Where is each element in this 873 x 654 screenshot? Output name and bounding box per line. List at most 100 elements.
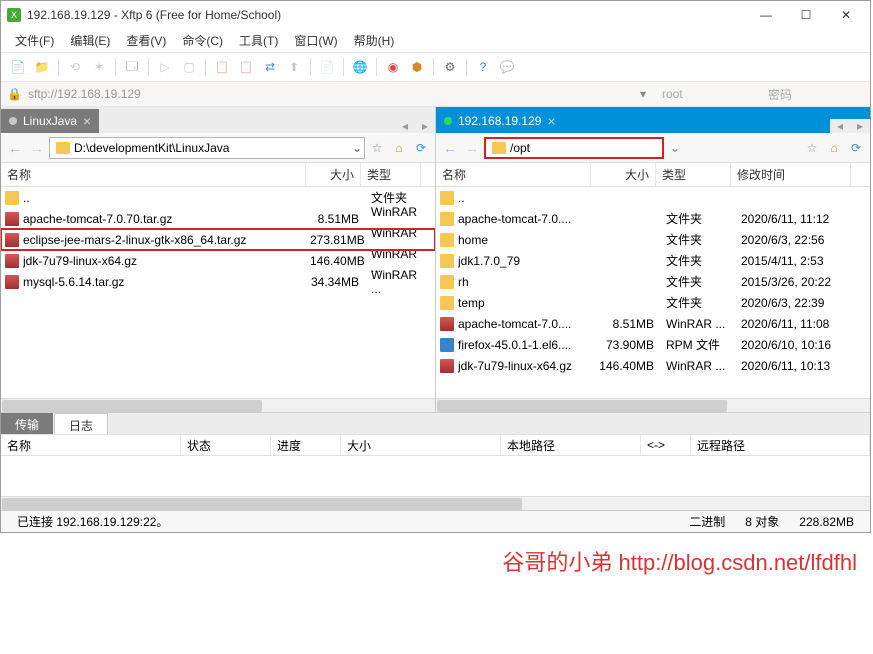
reconnect-icon[interactable]: ⟲: [64, 56, 86, 78]
file-name: apache-tomcat-7.0....: [458, 317, 595, 331]
col-modified[interactable]: 修改时间: [731, 163, 851, 186]
chevron-down-icon[interactable]: ⌄: [666, 141, 800, 155]
local-tab-label: LinuxJava: [23, 114, 77, 128]
home-icon[interactable]: ⌂: [824, 141, 844, 155]
tabs-prev-icon[interactable]: ◂: [395, 119, 415, 133]
run-icon[interactable]: ▷: [154, 56, 176, 78]
local-scrollbar[interactable]: [1, 398, 435, 412]
tabs-prev-icon[interactable]: ◂: [830, 119, 850, 133]
forward-icon[interactable]: →: [27, 140, 47, 156]
minimize-button[interactable]: —: [746, 1, 786, 29]
folder-icon: [56, 142, 70, 154]
menu-help[interactable]: 帮助(H): [346, 29, 403, 52]
remote-tab[interactable]: 192.168.19.129 ×: [436, 109, 564, 133]
xcol-remote[interactable]: 远程路径: [691, 435, 870, 455]
paste-icon[interactable]: 📋: [235, 56, 257, 78]
back-icon[interactable]: ←: [5, 140, 25, 156]
col-size[interactable]: 大小: [306, 163, 361, 186]
xcol-local[interactable]: 本地路径: [501, 435, 641, 455]
arc-icon: [5, 275, 19, 289]
xcol-progress[interactable]: 进度: [271, 435, 341, 455]
file-size: 34.34MB: [310, 275, 365, 289]
tabs-next-icon[interactable]: ▸: [850, 119, 870, 133]
xcol-size[interactable]: 大小: [341, 435, 501, 455]
col-size[interactable]: 大小: [591, 163, 656, 186]
home-icon[interactable]: ⌂: [389, 141, 409, 155]
list-item[interactable]: firefox-45.0.1-1.el6....73.90MBRPM 文件202…: [436, 334, 870, 355]
back-icon[interactable]: ←: [440, 140, 460, 156]
folder-icon: [440, 191, 454, 205]
password-field[interactable]: 密码: [764, 84, 864, 105]
upload-icon[interactable]: ⬆: [283, 56, 305, 78]
close-tab-icon[interactable]: ×: [547, 114, 555, 128]
transfer-body: [1, 456, 870, 496]
local-tab[interactable]: LinuxJava ×: [1, 109, 99, 133]
chevron-down-icon[interactable]: ⌄: [352, 141, 362, 155]
col-type[interactable]: 类型: [361, 163, 421, 186]
tabs-next-icon[interactable]: ▸: [415, 119, 435, 133]
menu-view[interactable]: 查看(V): [118, 29, 174, 52]
remote-path-combo[interactable]: /opt: [484, 137, 664, 159]
list-item[interactable]: jdk1.7.0_79文件夹2015/4/11, 2:53: [436, 250, 870, 271]
list-item[interactable]: apache-tomcat-7.0....8.51MBWinRAR ...202…: [436, 313, 870, 334]
col-type[interactable]: 类型: [656, 163, 731, 186]
tab-log[interactable]: 日志: [54, 413, 108, 434]
help-icon[interactable]: ?: [472, 56, 494, 78]
doc-icon[interactable]: 📄: [316, 56, 338, 78]
list-item[interactable]: apache-tomcat-7.0....文件夹2020/6/11, 11:12: [436, 208, 870, 229]
url-dropdown-icon[interactable]: ▾: [634, 87, 652, 101]
arc-icon: [440, 317, 454, 331]
list-item[interactable]: mysql-5.6.14.tar.gz34.34MBWinRAR ...: [1, 271, 435, 292]
transfer-scrollbar[interactable]: [1, 496, 870, 510]
list-item[interactable]: rh文件夹2015/3/26, 20:22: [436, 271, 870, 292]
tab-transfer[interactable]: 传输: [1, 413, 53, 434]
refresh-icon[interactable]: ⟳: [846, 141, 866, 155]
star-icon[interactable]: ☆: [367, 141, 387, 155]
star-icon[interactable]: ☆: [802, 141, 822, 155]
new-folder-icon[interactable]: 📁: [31, 56, 53, 78]
sync-icon[interactable]: ⇄: [259, 56, 281, 78]
menu-file[interactable]: 文件(F): [7, 29, 62, 52]
forward-icon[interactable]: →: [462, 140, 482, 156]
remote-scrollbar[interactable]: [436, 398, 870, 412]
list-item[interactable]: jdk-7u79-linux-x64.gz146.40MBWinRAR ...2…: [436, 355, 870, 376]
xcol-status[interactable]: 状态: [181, 435, 271, 455]
globe-icon[interactable]: 🌐: [349, 56, 371, 78]
chat-icon[interactable]: 💬: [496, 56, 518, 78]
maximize-button[interactable]: ☐: [786, 1, 826, 29]
toolbar: 📄 📁 ⟲ ✶ 🗔 ▷ ▢ 📋 📋 ⇄ ⬆ 📄 🌐 ◉ ⬢ ⚙ ? 💬: [1, 53, 870, 81]
close-tab-icon[interactable]: ×: [83, 114, 91, 128]
menu-window[interactable]: 窗口(W): [286, 29, 345, 52]
list-item[interactable]: home文件夹2020/6/3, 22:56: [436, 229, 870, 250]
menu-tools[interactable]: 工具(T): [231, 29, 286, 52]
list-item[interactable]: ..: [436, 187, 870, 208]
new-window-icon[interactable]: 🗔: [121, 56, 143, 78]
xcol-arrow[interactable]: <->: [641, 435, 691, 455]
menu-command[interactable]: 命令(C): [174, 29, 231, 52]
file-name: apache-tomcat-7.0.70.tar.gz: [23, 212, 310, 226]
gear-icon[interactable]: ⚙: [439, 56, 461, 78]
copy-icon[interactable]: 📋: [211, 56, 233, 78]
url-field[interactable]: sftp://192.168.19.129: [28, 87, 628, 101]
close-button[interactable]: ✕: [826, 1, 866, 29]
username-field[interactable]: root: [658, 85, 758, 103]
file-type: 文件夹: [660, 273, 735, 290]
transfer-header: 名称 状态 进度 大小 本地路径 <-> 远程路径: [1, 434, 870, 456]
stop-icon[interactable]: ▢: [178, 56, 200, 78]
folder-icon: [440, 254, 454, 268]
list-item[interactable]: temp文件夹2020/6/3, 22:39: [436, 292, 870, 313]
disconnect-icon[interactable]: ✶: [88, 56, 110, 78]
folder-icon: [440, 296, 454, 310]
col-name[interactable]: 名称: [1, 163, 306, 186]
xshell-icon[interactable]: ◉: [382, 56, 404, 78]
menu-edit[interactable]: 编辑(E): [62, 29, 118, 52]
col-name[interactable]: 名称: [436, 163, 591, 186]
bottom-tabs: 传输 日志: [1, 412, 870, 434]
bell-icon[interactable]: ⬢: [406, 56, 428, 78]
app-icon: X: [7, 8, 21, 22]
refresh-icon[interactable]: ⟳: [411, 141, 431, 155]
remote-pane: 192.168.19.129 × ◂ ▸ ← → /opt ⌄ ☆ ⌂ ⟳ 名称…: [436, 107, 870, 412]
new-icon[interactable]: 📄: [7, 56, 29, 78]
local-path-combo[interactable]: D:\developmentKit\LinuxJava ⌄: [49, 137, 365, 159]
xcol-name[interactable]: 名称: [1, 435, 181, 455]
